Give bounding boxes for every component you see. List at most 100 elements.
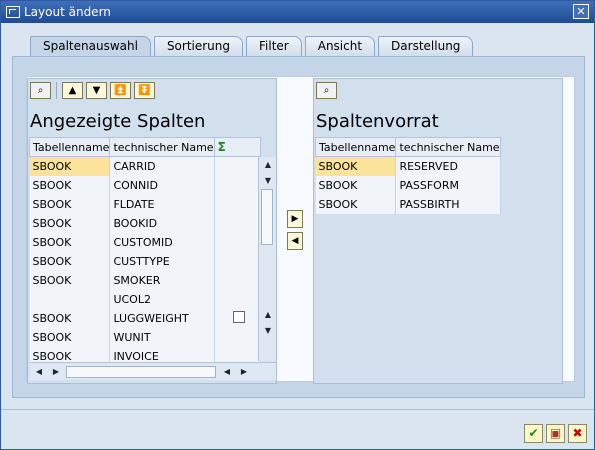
row-table[interactable]: SBOOK xyxy=(29,213,111,233)
row-name[interactable]: CONNID xyxy=(109,175,215,195)
row-name[interactable]: PASSBIRTH xyxy=(395,194,501,214)
table-row[interactable]: SBOOK RESERVED xyxy=(315,156,501,176)
tab-ansicht[interactable]: Ansicht xyxy=(304,36,376,56)
column-set-table: Tabellenname technischer Name SBOOK RESER… xyxy=(314,137,501,214)
row-table[interactable]: SBOOK xyxy=(29,270,111,290)
scroll-up-icon[interactable]: ▲ xyxy=(260,157,276,173)
table-row[interactable]: SBOOK CUSTTYPE xyxy=(29,251,261,271)
vertical-scrollbar[interactable]: ▲ ▼ ▲ ▼ xyxy=(258,157,276,361)
row-sum xyxy=(214,213,261,233)
displayed-columns-pane: ⌕ ▲ ▼ ⏫ ⏬ Angezeigte Spalten Tabellennam… xyxy=(27,78,277,384)
last-icon[interactable]: ⏬ xyxy=(134,82,155,99)
scroll-right-icon[interactable]: ▶ xyxy=(48,364,64,380)
dialog-window: Layout ändern ✕ Spaltenauswahl Sortierun… xyxy=(0,0,595,450)
scroll-down-icon[interactable]: ▼ xyxy=(260,173,276,189)
sigma-label: Σ xyxy=(217,140,226,154)
first-icon[interactable]: ⏫ xyxy=(110,82,131,99)
tab-filter[interactable]: Filter xyxy=(246,36,302,56)
row-sum xyxy=(214,156,261,176)
row-table[interactable]: SBOOK xyxy=(29,308,111,328)
table-row[interactable]: SBOOK CARRID xyxy=(29,156,261,176)
tab-spaltenauswahl[interactable]: Spaltenauswahl xyxy=(30,36,151,56)
tab-darstellung[interactable]: Darstellung xyxy=(378,36,474,56)
row-table[interactable]: SBOOK xyxy=(315,175,397,195)
hscroll-thumb[interactable] xyxy=(66,365,216,378)
table-row[interactable]: SBOOK WUNIT xyxy=(29,327,261,347)
displayed-columns-title: Angezeigte Spalten xyxy=(30,111,206,132)
row-table[interactable]: SBOOK xyxy=(315,156,397,176)
scroll-page-down-icon[interactable]: ▼ xyxy=(260,323,276,339)
row-name[interactable]: LUGGWEIGHT xyxy=(109,308,215,328)
row-table[interactable]: SBOOK xyxy=(29,194,111,214)
title-bar: Layout ändern ✕ xyxy=(1,1,594,23)
row-name[interactable]: CUSTOMID xyxy=(109,232,215,252)
cancel-icon[interactable]: ✖ xyxy=(568,424,587,443)
scroll-far-right-icon[interactable]: ▶ xyxy=(236,364,252,380)
toolbar-separator xyxy=(56,82,57,99)
row-sum xyxy=(214,232,261,252)
row-sum xyxy=(214,289,261,309)
table-row[interactable]: SBOOK PASSFORM xyxy=(315,175,501,195)
table-row[interactable]: UCOL2 xyxy=(29,289,261,309)
left-toolbar: ⌕ ▲ ▼ ⏫ ⏬ xyxy=(30,82,155,100)
row-sum xyxy=(214,251,261,271)
table-row[interactable]: SBOOK SMOKER xyxy=(29,270,261,290)
find-icon[interactable]: ⌕ xyxy=(30,82,51,99)
header-technischer-name[interactable]: technischer Name xyxy=(395,137,501,157)
row-table[interactable]: SBOOK xyxy=(315,194,397,214)
column-set-pane: ⌕ Spaltenvorrat Tabellenname technischer… xyxy=(313,78,563,384)
header-technischer-name[interactable]: technischer Name xyxy=(109,137,215,157)
displayed-columns-table: Tabellenname technischer Name Σ SBOOK CAR… xyxy=(28,137,261,366)
row-table[interactable] xyxy=(29,289,111,309)
horizontal-scrollbar[interactable]: ◀ ▶ ◀ ▶ xyxy=(30,362,276,380)
row-name[interactable]: UCOL2 xyxy=(109,289,215,309)
row-name[interactable]: RESERVED xyxy=(395,156,501,176)
row-table[interactable]: SBOOK xyxy=(29,232,111,252)
scroll-page-up-icon[interactable]: ▲ xyxy=(260,307,276,323)
row-sum xyxy=(214,270,261,290)
close-button[interactable]: ✕ xyxy=(573,4,589,19)
scroll-thumb[interactable] xyxy=(261,189,273,245)
row-sum xyxy=(214,327,261,347)
row-table[interactable]: SBOOK xyxy=(29,251,111,271)
sigma-icon[interactable]: Σ xyxy=(213,137,261,157)
row-table[interactable]: SBOOK xyxy=(29,175,111,195)
scroll-left-icon[interactable]: ◀ xyxy=(31,364,47,380)
footer-divider xyxy=(1,409,594,410)
header-tabellenname[interactable]: Tabellenname xyxy=(314,137,397,157)
table-row[interactable]: SBOOK BOOKID xyxy=(29,213,261,233)
confirm-icon[interactable]: ✔ xyxy=(524,424,543,443)
table-row[interactable]: SBOOK PASSBIRTH xyxy=(315,194,501,214)
tab-sortierung[interactable]: Sortierung xyxy=(153,36,244,56)
row-name[interactable]: FLDATE xyxy=(109,194,215,214)
sum-checkbox[interactable] xyxy=(232,310,245,323)
row-name[interactable]: SMOKER xyxy=(109,270,215,290)
arrow-down-icon[interactable]: ▼ xyxy=(86,82,107,99)
row-name[interactable]: CUSTTYPE xyxy=(109,251,215,271)
table-row[interactable]: SBOOK CUSTOMID xyxy=(29,232,261,252)
table-row[interactable]: SBOOK LUGGWEIGHT xyxy=(29,308,261,328)
move-left-icon[interactable]: ◀ xyxy=(287,232,303,250)
save-icon[interactable]: ▣ xyxy=(546,424,565,443)
row-sum xyxy=(214,308,261,328)
row-sum xyxy=(214,175,261,195)
table-row[interactable]: SBOOK FLDATE xyxy=(29,194,261,214)
layout-icon xyxy=(6,6,20,18)
arrow-up-icon[interactable]: ▲ xyxy=(62,82,83,99)
table-row[interactable]: SBOOK CONNID xyxy=(29,175,261,195)
tabstrip: Spaltenauswahl Sortierung Filter Ansicht… xyxy=(30,36,476,56)
row-name[interactable]: PASSFORM xyxy=(395,175,501,195)
row-table[interactable]: SBOOK xyxy=(29,156,111,176)
window-title: Layout ändern xyxy=(24,5,111,19)
column-set-title: Spaltenvorrat xyxy=(316,111,439,132)
header-tabellenname[interactable]: Tabellenname xyxy=(28,137,111,157)
scroll-far-left-icon[interactable]: ◀ xyxy=(219,364,235,380)
right-toolbar: ⌕ xyxy=(316,82,337,100)
row-name[interactable]: WUNIT xyxy=(109,327,215,347)
find-icon[interactable]: ⌕ xyxy=(316,82,337,99)
move-right-icon[interactable]: ▶ xyxy=(287,210,303,228)
row-name[interactable]: CARRID xyxy=(109,156,215,176)
row-name[interactable]: BOOKID xyxy=(109,213,215,233)
row-table[interactable]: SBOOK xyxy=(29,327,111,347)
row-sum xyxy=(214,194,261,214)
